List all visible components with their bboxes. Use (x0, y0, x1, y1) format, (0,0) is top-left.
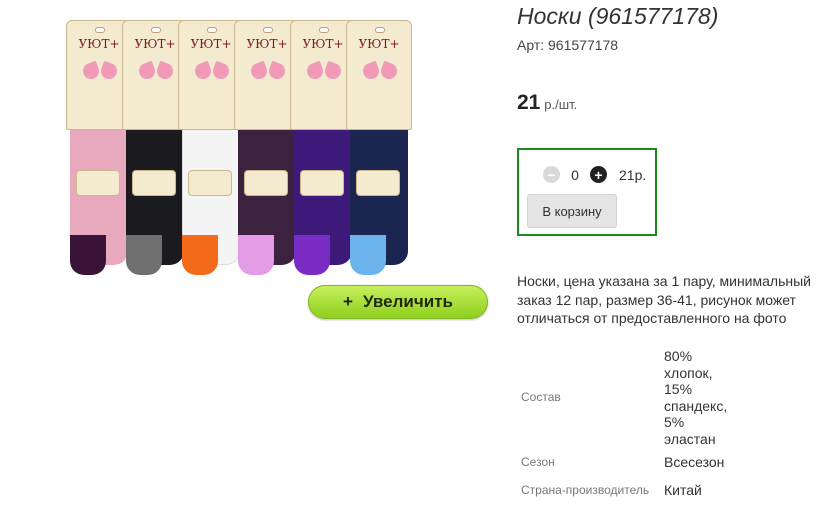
bow-icon (139, 61, 173, 83)
zoom-label: Увеличить (362, 292, 453, 311)
product-image[interactable]: УЮТ+ УЮТ+ УЮТ+ УЮТ+ УЮТ+ УЮТ+ (60, 20, 440, 305)
sock-heel (182, 235, 218, 275)
sock-heel (350, 235, 386, 275)
brand-logo: УЮТ+ (358, 37, 400, 51)
cotton-label (356, 170, 400, 196)
quantity-stepper: − 0 + 21р. (543, 166, 646, 183)
hang-hole (151, 27, 161, 33)
sock-heel (294, 235, 330, 275)
package-card: УЮТ+ (346, 20, 412, 130)
plus-icon[interactable]: + (590, 166, 607, 183)
article-label: Арт: (517, 37, 545, 53)
sock-pair-navy: УЮТ+ (340, 20, 420, 295)
bow-icon (251, 61, 285, 83)
sock-heel (238, 235, 274, 275)
hang-hole (207, 27, 217, 33)
property-name: Страна-производитель (521, 483, 650, 497)
hang-hole (263, 27, 273, 33)
hang-hole (319, 27, 329, 33)
price-value: 21 (517, 91, 541, 114)
cotton-label (300, 170, 344, 196)
bow-icon (83, 61, 117, 83)
product-description: Носки, цена указана за 1 пару, минимальн… (517, 273, 811, 326)
price-unit: р./шт. (544, 97, 578, 112)
hang-hole (95, 27, 105, 33)
article-number: Арт: 961577178 (517, 37, 618, 53)
property-name: Состав (521, 390, 561, 404)
hang-hole (375, 27, 385, 33)
zoom-button[interactable]: + Увеличить (308, 285, 488, 319)
add-to-cart-button[interactable]: В корзину (527, 194, 617, 228)
minus-icon[interactable]: − (543, 166, 560, 183)
property-value: Китай (664, 482, 702, 498)
sock-heel (126, 235, 162, 275)
bow-icon (363, 61, 397, 83)
sock-heel (70, 235, 106, 275)
property-name: Сезон (521, 455, 555, 469)
property-value: Всесезон (664, 454, 725, 470)
cotton-label (132, 170, 176, 196)
product-title: Носки (961577178) (517, 3, 719, 29)
cotton-label (76, 170, 120, 196)
cart-box: − 0 + 21р. В корзину (517, 148, 657, 236)
quantity-value: 0 (571, 166, 579, 183)
price: 21 р./шт. (517, 91, 577, 115)
cotton-label (244, 170, 288, 196)
article-value: 961577178 (548, 37, 619, 53)
bow-icon (195, 61, 229, 83)
property-value: 80% хлопок, 15% спандекс, 5% эластан (664, 348, 728, 447)
cotton-label (188, 170, 232, 196)
cart-total: 21р. (619, 166, 647, 183)
plus-icon: + (343, 292, 353, 311)
bow-icon (307, 61, 341, 83)
